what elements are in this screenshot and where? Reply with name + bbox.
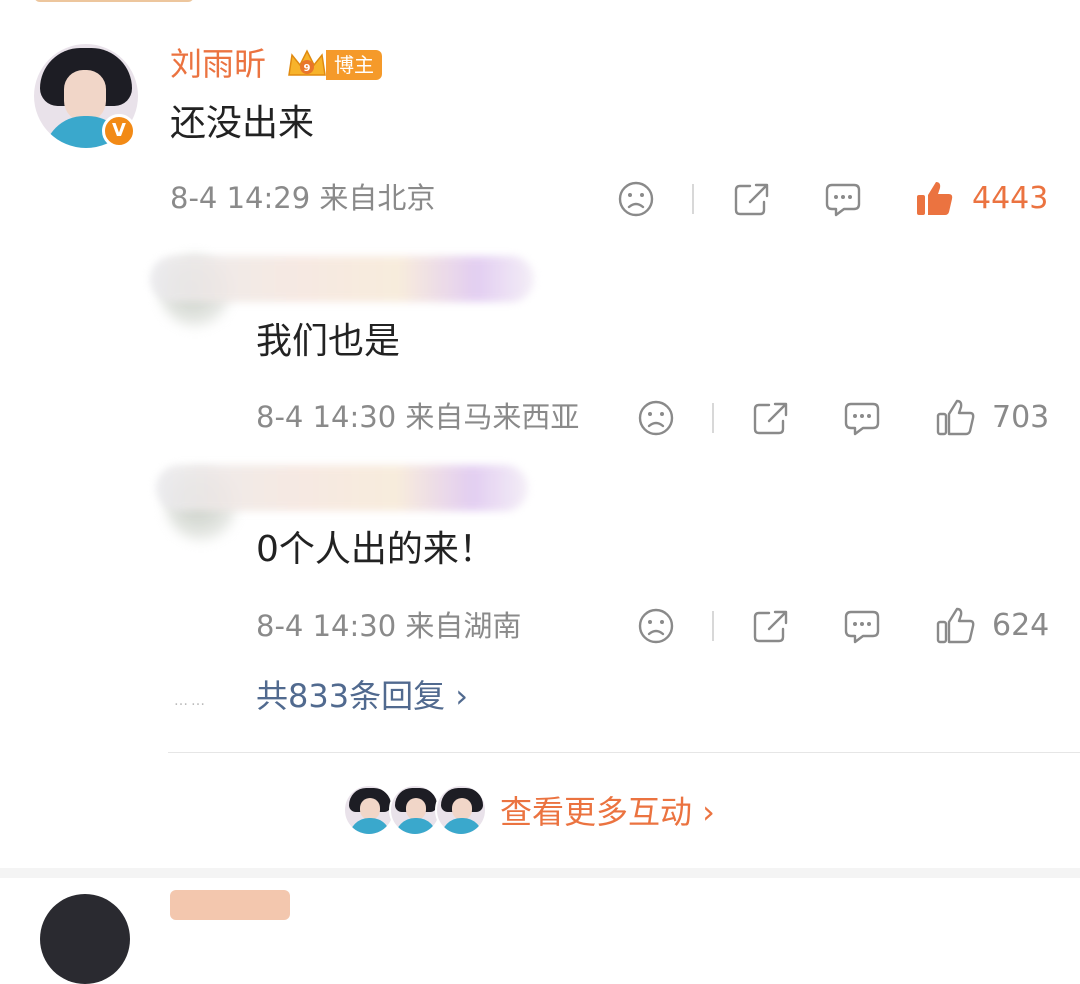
share-icon[interactable] (732, 180, 772, 218)
svg-text:9: 9 (304, 63, 311, 74)
reply-location: 来自马来西亚 (405, 400, 580, 434)
cropped-header (34, 0, 194, 2)
comment-icon[interactable] (843, 607, 881, 645)
comment-icon[interactable] (824, 180, 862, 218)
verified-icon: V (102, 114, 136, 148)
blogger-badge: 博主 (326, 50, 382, 80)
comment-username[interactable]: 刘雨昕 (170, 44, 266, 84)
like-count: 703 (992, 400, 1050, 435)
view-more-interactions-link[interactable]: 查看更多互动 › (500, 792, 715, 832)
comment-time: 8-4 14:29 (170, 181, 311, 215)
sad-face-icon[interactable] (617, 180, 655, 218)
share-icon[interactable] (751, 399, 791, 437)
reply-meta: 8-4 14:30 来自马来西亚 (256, 399, 579, 435)
next-comment-username[interactable] (170, 890, 290, 920)
like-count: 4443 (972, 181, 1049, 216)
sad-face-icon[interactable] (637, 399, 675, 437)
reply-meta: 8-4 14:30 来自湖南 (256, 608, 521, 644)
divider (168, 752, 1080, 753)
action-separator (712, 611, 714, 641)
reply-location: 来自湖南 (405, 609, 522, 643)
action-separator (712, 403, 714, 433)
action-separator (692, 184, 694, 214)
avatar (343, 784, 395, 836)
avatar (435, 784, 487, 836)
comment-icon[interactable] (843, 399, 881, 437)
section-divider (0, 868, 1080, 878)
crown-icon: 9 (288, 49, 326, 76)
more-replies-label: 共833条回复 › (256, 677, 469, 715)
reply-username-blurred[interactable] (156, 465, 528, 511)
comment-location: 来自北京 (319, 181, 436, 215)
avatar (389, 784, 441, 836)
share-icon[interactable] (751, 607, 791, 645)
comment-meta: 8-4 14:29 来自北京 (170, 180, 435, 216)
reply-time: 8-4 14:30 (256, 609, 397, 643)
reply-time: 8-4 14:30 (256, 400, 397, 434)
sad-face-icon[interactable] (637, 607, 675, 645)
reply-username-blurred[interactable] (150, 256, 534, 302)
comment-text: 还没出来 (170, 103, 315, 144)
like-icon[interactable] (935, 605, 977, 645)
reply-text: 我们也是 (256, 321, 401, 362)
like-icon[interactable] (914, 178, 956, 218)
reply-text: 0个人出的来！ (256, 529, 495, 570)
like-count: 624 (992, 608, 1050, 643)
like-icon[interactable] (935, 397, 977, 437)
dots-separator: …… (174, 693, 208, 709)
